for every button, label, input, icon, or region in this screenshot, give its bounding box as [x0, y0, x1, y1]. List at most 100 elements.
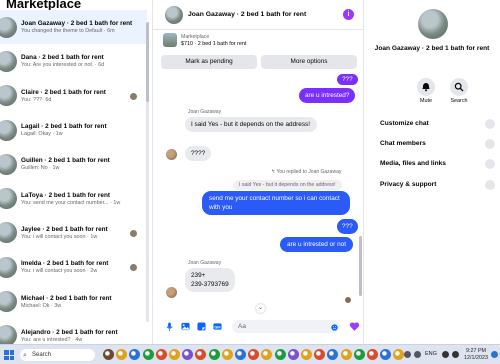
- chat-list-item[interactable]: Lagail · 2 bed 1 bath for rent Lagail: Ok…: [0, 113, 147, 147]
- language-indicator[interactable]: ENG: [425, 351, 437, 357]
- chat-text: Lagail · 2 bed 1 bath for rent Lagail: Ok…: [21, 123, 147, 137]
- volume-icon[interactable]: [452, 351, 459, 358]
- chat-list-item[interactable]: Dana · 2 bed 1 bath for rent You: Are you…: [0, 44, 147, 78]
- taskbar-search-box[interactable]: ⌕ Search: [20, 349, 95, 361]
- chat-thumbnail: [0, 325, 17, 344]
- taskbar-app-icon[interactable]: [380, 349, 392, 360]
- sticker-icon[interactable]: [197, 322, 206, 331]
- chat-list-item[interactable]: Michael · 2 bed 1 bath for rent Michael: …: [0, 284, 147, 318]
- taskbar-app-icon[interactable]: [221, 349, 233, 360]
- image-icon[interactable]: [181, 322, 190, 331]
- taskbar-app-icon[interactable]: [287, 349, 299, 360]
- taskbar-app-icon[interactable]: [367, 349, 378, 360]
- taskbar-app-icon[interactable]: [248, 349, 260, 360]
- quoted-message[interactable]: I said Yes - but it depends on the addre…: [233, 180, 342, 190]
- message-input[interactable]: [232, 320, 340, 333]
- chat-members-section[interactable]: Chat members: [380, 140, 426, 147]
- message-incoming[interactable]: 239+ 239-3793769: [185, 268, 235, 292]
- chat-list-item[interactable]: Joan Gazaway · 2 bed 1 bath for rent You …: [0, 10, 147, 45]
- message-outgoing[interactable]: ???: [337, 219, 358, 234]
- taskbar-app-icon[interactable]: [129, 349, 141, 360]
- mute-button[interactable]: [417, 78, 435, 96]
- privacy-support-section[interactable]: Privacy & support: [380, 181, 436, 188]
- chat-snippet: Michael: Ok · 3w: [21, 302, 62, 309]
- scrollbar-thumb[interactable]: [146, 22, 149, 102]
- taskbar-app-icon[interactable]: [155, 349, 167, 360]
- taskbar-app-icon[interactable]: [182, 349, 194, 360]
- message-outgoing[interactable]: are u intrested or not: [280, 237, 353, 252]
- taskbar-app-icon[interactable]: [314, 349, 326, 360]
- profile-avatar[interactable]: [418, 9, 448, 39]
- message-incoming[interactable]: I said Yes - but it depends on the addre…: [185, 117, 317, 132]
- more-options-button[interactable]: More options: [261, 55, 357, 69]
- notification-icon[interactable]: [491, 351, 498, 358]
- chat-list-item[interactable]: Imelda · 2 bed 1 bath for rent You: i wil…: [0, 250, 147, 284]
- taskbar-app-icon[interactable]: [261, 349, 273, 360]
- chat-text: Jaylee · 2 bed 1 bath for rent You: i wil…: [21, 226, 147, 240]
- taskbar-app-icon[interactable]: [195, 349, 207, 360]
- chevron-down-icon[interactable]: [485, 119, 495, 129]
- search-icon: [454, 82, 464, 92]
- taskbar-app-icon[interactable]: [235, 349, 246, 360]
- wifi-icon[interactable]: [442, 351, 449, 358]
- media-files-links-section[interactable]: Media, files and links: [380, 160, 446, 167]
- scroll-down-icon[interactable]: ⌄: [256, 304, 265, 313]
- conversation-title[interactable]: Joan Gazaway · 2 bed 1 bath for rent: [188, 11, 306, 18]
- start-button[interactable]: [4, 350, 14, 360]
- chat-name: Dana · 2 bed 1 bath for rent: [21, 54, 104, 62]
- microphone-icon[interactable]: [165, 322, 174, 331]
- listing-card[interactable]: Marketplace $710 · 2 bed 1 bath for rent: [153, 30, 365, 52]
- chat-snippet: You: ???· 6d: [21, 96, 52, 103]
- taskbar-app-icon[interactable]: [142, 349, 154, 360]
- chevron-down-icon[interactable]: [485, 139, 495, 149]
- svg-text:GIF: GIF: [214, 325, 221, 329]
- sender-avatar[interactable]: [166, 287, 177, 298]
- taskbar-app-icon[interactable]: [353, 349, 365, 360]
- emoji-icon[interactable]: [331, 324, 338, 331]
- chat-list-item[interactable]: Guillen · 2 bed 1 bath for rent Guillen: …: [0, 147, 147, 181]
- tray-chevron-icon[interactable]: [404, 351, 411, 358]
- taskbar-app-icon[interactable]: [116, 349, 128, 360]
- message-composer: GIF: [153, 316, 365, 338]
- taskbar-app-icon[interactable]: [208, 349, 220, 360]
- chat-text: Joan Gazaway · 2 bed 1 bath for rent You …: [21, 20, 147, 34]
- chat-thumbnail: [0, 119, 17, 141]
- chat-list-item[interactable]: Claire · 2 bed 1 bath for rent You: ???· …: [0, 79, 147, 113]
- tray-app-icon[interactable]: [414, 351, 421, 358]
- profile-name[interactable]: Joan Gazaway · 2 bed 1 bath for rent: [364, 45, 500, 52]
- customize-chat-section[interactable]: Customize chat: [380, 120, 429, 127]
- taskbar-app-icon[interactable]: [274, 349, 286, 360]
- message-incoming[interactable]: ????: [185, 146, 212, 161]
- search-conversation-button[interactable]: [450, 78, 468, 96]
- conversation-scrollbar[interactable]: [359, 236, 362, 296]
- chat-name: LaToya · 2 bed 1 bath for rent: [21, 191, 111, 199]
- taskbar-app-icon[interactable]: [301, 349, 312, 360]
- chat-list-scrollbar[interactable]: [146, 22, 149, 322]
- message-outgoing[interactable]: are u intrested?: [299, 88, 356, 103]
- taskbar-app-icon[interactable]: [393, 349, 405, 360]
- taskbar-app-icon[interactable]: [340, 349, 352, 360]
- seen-avatar: [130, 92, 137, 100]
- listing-label: Marketplace: [181, 34, 210, 40]
- listing-detail: $710 · 2 bed 1 bath for rent: [181, 41, 247, 47]
- chevron-down-icon[interactable]: [485, 180, 495, 190]
- message-outgoing[interactable]: send me your contact number so i can con…: [202, 191, 350, 215]
- message-thread: ??? are u intrested? Joan Gazaway I said…: [153, 71, 365, 307]
- sender-avatar[interactable]: [166, 149, 177, 160]
- taskbar-app-icon[interactable]: [327, 349, 339, 360]
- taskbar-app-icon[interactable]: [169, 349, 180, 360]
- mark-as-pending-button[interactable]: Mark as pending: [161, 55, 257, 69]
- avatar[interactable]: [165, 6, 183, 24]
- chat-name: Lagail · 2 bed 1 bath for rent: [21, 123, 107, 131]
- message-outgoing[interactable]: ???: [337, 74, 358, 85]
- taskbar-app-icon[interactable]: [103, 349, 114, 360]
- chat-list-item[interactable]: Jaylee · 2 bed 1 bath for rent You: i wil…: [0, 216, 147, 250]
- chat-snippet: You: send me your contact number... · 1w: [21, 199, 121, 206]
- system-clock[interactable]: 9:27 PM 12/1/2023: [464, 348, 488, 362]
- chat-list-item[interactable]: Alejandro · 2 bed 1 bath for rent You: ar…: [0, 319, 147, 344]
- chevron-down-icon[interactable]: [485, 159, 495, 169]
- gif-icon[interactable]: GIF: [213, 322, 222, 331]
- chat-list-item[interactable]: LaToya · 2 bed 1 bath for rent You: send …: [0, 181, 147, 215]
- info-icon[interactable]: i: [343, 9, 354, 20]
- heart-icon[interactable]: [349, 321, 360, 332]
